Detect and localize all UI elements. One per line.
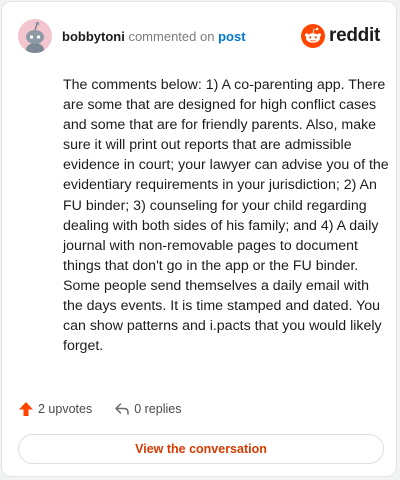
avatar[interactable] — [18, 19, 52, 53]
upvote-count: 2 upvotes — [38, 402, 93, 416]
upvote-button[interactable]: 2 upvotes — [18, 401, 92, 417]
comment-text: The comments below: 1) A co-parenting ap… — [63, 77, 389, 355]
reddit-wordmark: reddit — [329, 25, 380, 46]
upvote-arrow-icon — [19, 402, 33, 416]
comment-card: bobbytoni commented on post reddit The c… — [1, 1, 397, 477]
reply-button[interactable]: 0 replies — [114, 401, 181, 417]
view-conversation-button[interactable]: View the conversation — [18, 434, 384, 464]
comment-header: bobbytoni commented on post reddit — [18, 16, 380, 56]
commented-on-label: commented on — [128, 28, 215, 44]
snoo-avatar-icon — [18, 19, 52, 53]
username[interactable]: bobbytoni — [62, 29, 125, 44]
comment-actions: 2 upvotes 0 replies — [18, 398, 203, 420]
header-text: bobbytoni commented on post — [62, 29, 301, 44]
reply-arrow-icon — [115, 403, 129, 415]
post-link[interactable]: post — [218, 29, 245, 44]
reddit-brand[interactable]: reddit — [301, 24, 380, 48]
reply-count: 0 replies — [134, 402, 182, 416]
reddit-logo-icon — [301, 24, 326, 48]
comment-body: The comments below: 1) A co-parenting ap… — [63, 75, 389, 356]
